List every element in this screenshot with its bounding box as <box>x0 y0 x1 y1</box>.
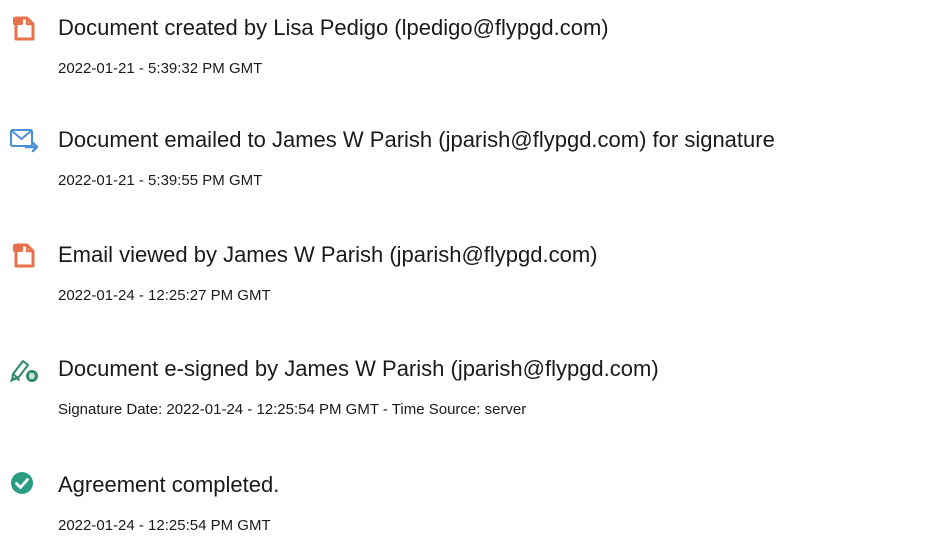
event-timestamp: 2022-01-24 - 12:25:27 PM GMT <box>58 287 271 304</box>
event-document-created: Document created by Lisa Pedigo (lpedigo… <box>0 13 926 93</box>
event-timestamp: 2022-01-24 - 12:25:54 PM GMT <box>58 517 271 534</box>
document-viewed-icon <box>9 240 39 270</box>
event-title: Document created by Lisa Pedigo (lpedigo… <box>58 15 609 40</box>
document-created-icon <box>9 13 39 43</box>
checkmark-icon <box>9 470 39 500</box>
event-document-emailed: Document emailed to James W Parish (jpar… <box>0 125 926 205</box>
event-email-viewed: Email viewed by James W Parish (jparish@… <box>0 240 926 320</box>
e-sign-icon <box>9 354 39 384</box>
event-title: Agreement completed. <box>58 472 280 497</box>
event-agreement-completed: Agreement completed. 2022-01-24 - 12:25:… <box>0 470 926 550</box>
email-sent-icon <box>9 125 39 155</box>
event-title: Email viewed by James W Parish (jparish@… <box>58 242 598 267</box>
event-timestamp: 2022-01-21 - 5:39:32 PM GMT <box>58 60 263 77</box>
event-document-signed: Document e-signed by James W Parish (jpa… <box>0 354 926 434</box>
event-timestamp: 2022-01-21 - 5:39:55 PM GMT <box>58 172 263 189</box>
event-title: Document emailed to James W Parish (jpar… <box>58 127 775 152</box>
event-title: Document e-signed by James W Parish (jpa… <box>58 356 659 381</box>
event-timestamp: Signature Date: 2022-01-24 - 12:25:54 PM… <box>58 401 527 418</box>
